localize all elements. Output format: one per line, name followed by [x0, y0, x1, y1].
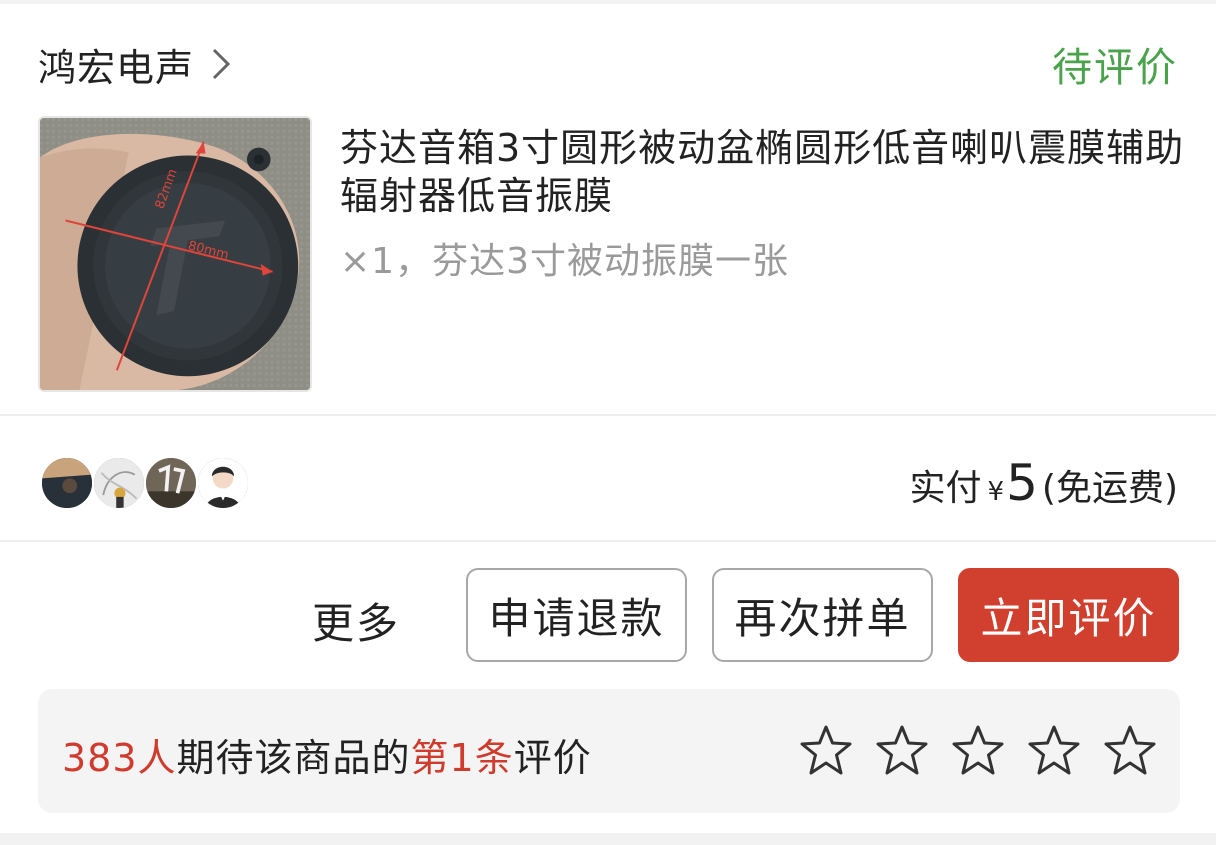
shop-name: 鸿宏电声	[38, 45, 195, 90]
review-button[interactable]: 立即评价	[958, 568, 1179, 662]
avatar	[144, 456, 198, 510]
product-title[interactable]: 芬达音箱3寸圆形被动盆椭圆形低音喇叭震膜辅助辐射器低音振膜	[340, 124, 1190, 220]
review-prompt: 383人期待该商品的第1条评价	[62, 727, 592, 782]
regroup-button[interactable]: 再次拼单	[712, 568, 933, 662]
review-banner: 383人期待该商品的第1条评价	[38, 689, 1180, 813]
product-image[interactable]: 82mm 80mm	[38, 116, 312, 392]
order-status: 待评价	[1052, 45, 1178, 91]
avatar	[196, 456, 250, 510]
waiting-count: 383人	[62, 736, 177, 780]
shop-header: 鸿宏电声 待评价	[38, 36, 1178, 92]
paid-label: 实付	[909, 468, 982, 509]
avatar	[40, 456, 94, 510]
product-spec: ×1，芬达3寸被动振膜一张	[340, 241, 789, 282]
paid-value: 5	[1006, 454, 1038, 512]
review-text-mid: 期待该商品的	[176, 736, 411, 780]
avatar	[92, 456, 146, 510]
star-icon[interactable]	[1102, 723, 1158, 779]
more-button[interactable]: 更多	[312, 590, 400, 651]
chevron-right-icon	[212, 48, 231, 80]
order-card: 鸿宏电声 待评价 82mm 80mm 芬达音箱3寸圆形被动盆椭圆形低音喇叭震膜辅…	[0, 4, 1216, 833]
star-icon[interactable]	[874, 723, 930, 779]
review-rank: 第1条	[410, 736, 514, 780]
star-rating	[778, 723, 1158, 779]
star-icon[interactable]	[1026, 723, 1082, 779]
divider	[0, 540, 1216, 542]
review-text-end: 评价	[513, 736, 592, 780]
shop-link[interactable]: 鸿宏电声	[38, 37, 238, 92]
star-icon[interactable]	[798, 723, 854, 779]
currency-symbol: ¥	[987, 477, 1005, 507]
divider	[0, 414, 1216, 416]
shipping-note: (免运费)	[1041, 468, 1178, 509]
group-avatars[interactable]	[40, 456, 250, 510]
paid-amount: 实付 ¥ 5 (免运费)	[910, 454, 1178, 514]
star-icon[interactable]	[950, 723, 1006, 779]
refund-button[interactable]: 申请退款	[466, 568, 687, 662]
